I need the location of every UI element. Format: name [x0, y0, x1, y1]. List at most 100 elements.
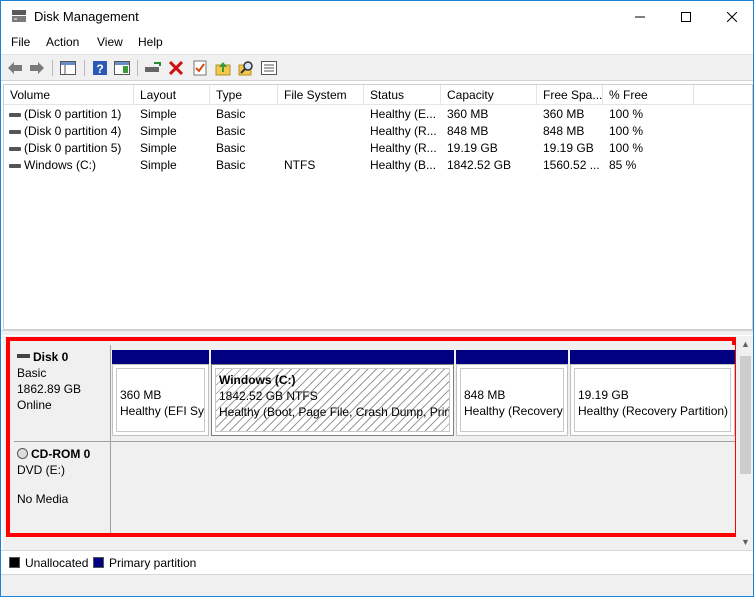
- cd-rom-icon: [17, 448, 28, 459]
- volume-capacity: 360 MB: [447, 107, 489, 121]
- primary-partition-bar: [570, 350, 735, 364]
- primary-partition-bar: [112, 350, 209, 364]
- volume-capacity: 1842.52 GB: [447, 158, 512, 172]
- volume-row[interactable]: (Disk 0 partition 4) Simple Basic Health…: [4, 123, 752, 140]
- forward-arrow-icon: [30, 62, 44, 74]
- partition-status: Healthy (Boot, Page File, Crash Dump, Pr…: [219, 405, 450, 419]
- partition-size: 848 MB: [464, 388, 506, 402]
- primary-partition-bar: [456, 350, 568, 364]
- scroll-down-icon[interactable]: ▼: [741, 537, 750, 547]
- column-header-volume[interactable]: Volume: [4, 85, 134, 105]
- partition-size: 360 MB: [120, 388, 162, 402]
- volume-percent-free: 100 %: [609, 141, 644, 155]
- volume-free-space: 1560.52 ...: [543, 158, 600, 172]
- disk-0-state: Online: [17, 398, 52, 412]
- volume-name: Windows (C:): [24, 158, 97, 172]
- column-header-status[interactable]: Status: [364, 85, 441, 105]
- volume-capacity: 19.19 GB: [447, 141, 498, 155]
- volume-name: (Disk 0 partition 4): [24, 124, 122, 138]
- menu-action[interactable]: Action: [46, 35, 79, 49]
- menu-file[interactable]: File: [11, 35, 30, 49]
- partition-recovery-2[interactable]: 19.19 GB Healthy (Recovery Partition): [570, 350, 735, 436]
- maximize-button[interactable]: [663, 1, 709, 32]
- column-header-capacity[interactable]: Capacity: [441, 85, 537, 105]
- settings-list-button[interactable]: [260, 59, 278, 77]
- scroll-thumb[interactable]: [740, 356, 751, 474]
- volume-type: Basic: [216, 158, 246, 172]
- column-header-free-space[interactable]: Free Spa...: [537, 85, 603, 105]
- minimize-icon: [635, 16, 645, 17]
- column-header-type[interactable]: Type: [210, 85, 278, 105]
- maximize-icon: [681, 11, 691, 22]
- disk-0-row: Disk 0 Basic 1862.89 GB Online 360 MB He…: [14, 345, 735, 441]
- volume-icon: [9, 147, 21, 151]
- help-icon: ?: [93, 61, 107, 76]
- scroll-up-icon[interactable]: ▲: [741, 339, 750, 349]
- volume-status: Healthy (R...: [370, 124, 437, 138]
- unallocated-swatch: [9, 557, 20, 568]
- cdrom-0-label[interactable]: CD-ROM 0 DVD (E:) No Media: [14, 442, 111, 533]
- primary-partition-swatch: [93, 557, 104, 568]
- open-folder-button[interactable]: [214, 59, 232, 77]
- minimize-button[interactable]: [617, 1, 663, 32]
- delete-button[interactable]: [167, 59, 185, 77]
- column-header-layout[interactable]: Layout: [134, 85, 210, 105]
- connect-virtual-disk-button[interactable]: [144, 59, 162, 77]
- menu-help[interactable]: Help: [138, 35, 163, 49]
- cdrom-0-row: CD-ROM 0 DVD (E:) No Media: [14, 442, 735, 533]
- disk-0-size: 1862.89 GB: [17, 382, 82, 396]
- volume-layout: Simple: [140, 141, 177, 155]
- forward-button[interactable]: [28, 59, 46, 77]
- legend: Unallocated Primary partition: [1, 550, 753, 574]
- volume-free-space: 19.19 GB: [543, 141, 594, 155]
- help-button[interactable]: ?: [91, 59, 109, 77]
- column-header-file-system[interactable]: File System: [278, 85, 364, 105]
- volume-type: Basic: [216, 141, 246, 155]
- volume-layout: Simple: [140, 124, 177, 138]
- disk-connect-icon: [145, 62, 161, 72]
- volume-status: Healthy (R...: [370, 141, 437, 155]
- legend-primary-partition: Primary partition: [109, 556, 197, 570]
- back-button[interactable]: [6, 59, 24, 77]
- disk-0-name: Disk 0: [33, 350, 69, 364]
- disk-0-label[interactable]: Disk 0 Basic 1862.89 GB Online: [14, 345, 111, 441]
- search-button[interactable]: [237, 59, 255, 77]
- disk-0-type: Basic: [17, 366, 47, 380]
- volume-free-space: 360 MB: [543, 107, 585, 121]
- pane-splitter[interactable]: [1, 330, 753, 335]
- show-hide-action-pane-button[interactable]: [113, 59, 131, 77]
- hard-disk-icon: [17, 354, 30, 358]
- volume-name: (Disk 0 partition 1): [24, 107, 122, 121]
- menu-view[interactable]: View: [97, 35, 123, 49]
- properties-button[interactable]: [191, 59, 209, 77]
- properties-checklist-icon: [193, 60, 207, 76]
- partition-status: Healthy (Recovery: [464, 404, 563, 418]
- volume-row[interactable]: Windows (C:) Simple Basic NTFS Healthy (…: [4, 157, 752, 174]
- folder-up-icon: [215, 62, 231, 76]
- volume-percent-free: 100 %: [609, 124, 644, 138]
- volume-capacity: 848 MB: [447, 124, 489, 138]
- volume-type: Basic: [216, 107, 246, 121]
- partition-status: Healthy (EFI Sys: [120, 404, 205, 418]
- volume-list-header: Volume Layout Type File System Status Ca…: [4, 85, 752, 105]
- list-view-icon: [261, 61, 277, 75]
- status-bar: [1, 574, 753, 596]
- disk-graphical-view: Disk 0 Basic 1862.89 GB Online 360 MB He…: [3, 336, 753, 550]
- partition-recovery-1[interactable]: 848 MB Healthy (Recovery: [456, 350, 568, 436]
- show-hide-console-tree-button[interactable]: [59, 59, 77, 77]
- volume-row[interactable]: (Disk 0 partition 1) Simple Basic Health…: [4, 106, 752, 123]
- volume-type: Basic: [216, 124, 246, 138]
- partition-size: 19.19 GB: [578, 388, 629, 402]
- volume-status: Healthy (E...: [370, 107, 437, 121]
- partition-efi[interactable]: 360 MB Healthy (EFI Sys: [112, 350, 209, 436]
- column-header-percent-free[interactable]: % Free: [603, 85, 694, 105]
- cdrom-0-name: CD-ROM 0: [31, 447, 91, 461]
- volume-layout: Simple: [140, 107, 177, 121]
- vertical-scrollbar[interactable]: ▲ ▼: [738, 336, 753, 550]
- volume-row[interactable]: (Disk 0 partition 5) Simple Basic Health…: [4, 140, 752, 157]
- partition-windows-c[interactable]: Windows (C:) 1842.52 GB NTFS Healthy (Bo…: [211, 350, 454, 436]
- close-button[interactable]: [709, 1, 754, 32]
- legend-unallocated: Unallocated: [25, 556, 89, 570]
- console-tree-icon: [60, 61, 76, 75]
- volume-layout: Simple: [140, 158, 177, 172]
